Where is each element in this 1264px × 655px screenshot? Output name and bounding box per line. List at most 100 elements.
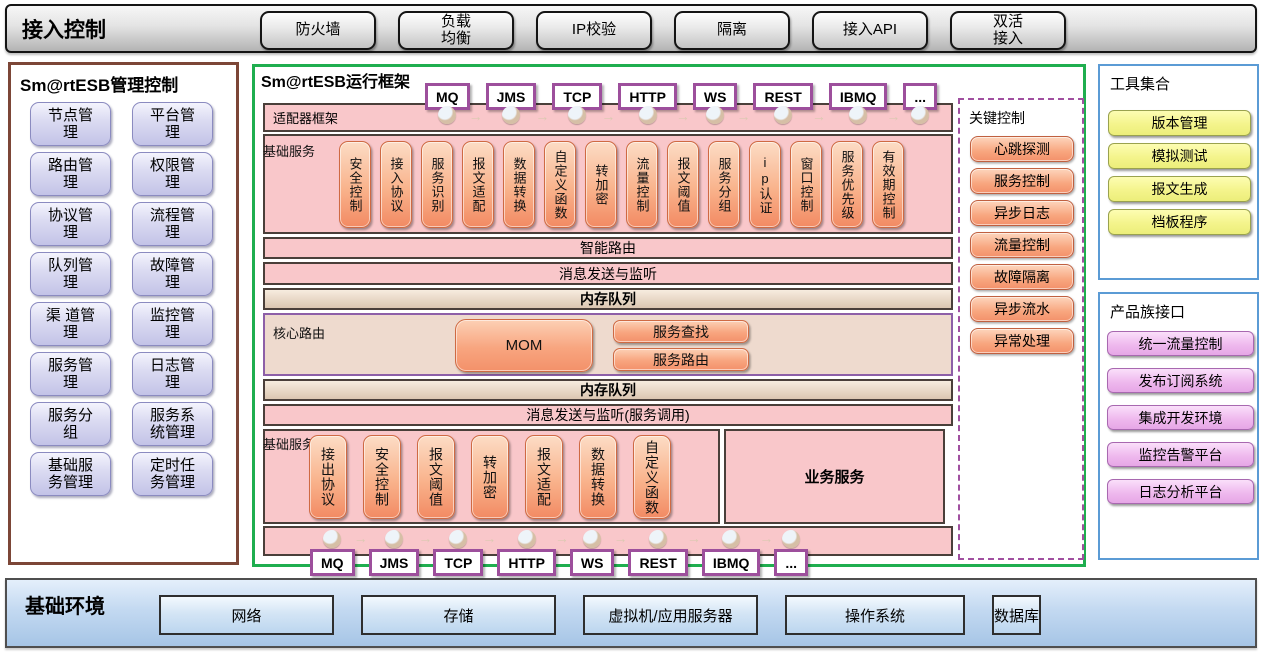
protocol-item: HTTP — [497, 530, 556, 576]
service-capability-box: 服务优先级 — [831, 141, 863, 228]
product-family-title: 产品族接口 — [1110, 301, 1185, 322]
product-family-item: 日志分析平台 — [1107, 479, 1254, 504]
core-routing-label: 核心路由 — [273, 323, 325, 342]
product-family-item: 发布订阅系统 — [1107, 368, 1254, 393]
service-capability-box: 窗口控制 — [790, 141, 822, 228]
service-capability-box: ip认证 — [749, 141, 781, 228]
service-capability-box: 安全控制 — [339, 141, 371, 228]
management-item: 渠 道管理 — [30, 302, 111, 346]
message-listen-bar: 消息发送与监听 — [263, 262, 953, 285]
protocol-item: REST — [628, 530, 687, 576]
service-lookup-box: 服务查找 — [613, 320, 749, 343]
connector-dot-icon — [649, 530, 667, 548]
management-item: 定时任务管理 — [132, 452, 213, 496]
connector-dot-icon — [568, 106, 586, 124]
tools-panel: 工具集合 版本管理模拟测试报文生成档板程序 — [1098, 64, 1259, 280]
connector-dot-icon — [911, 106, 929, 124]
service-capability-box: 报文阈值 — [667, 141, 699, 228]
runtime-framework-title: Sm@rtESB运行框架 — [261, 68, 410, 92]
mom-box: MOM — [455, 319, 593, 372]
base-environment-items: 网络存储虚拟机/应用服务器操作系统数据库 — [159, 595, 1041, 635]
connector-dot-icon — [774, 106, 792, 124]
base-environment-bar: 基础环境 网络存储虚拟机/应用服务器操作系统数据库 — [5, 578, 1257, 648]
key-control-items: 心跳探测服务控制异步日志流量控制故障隔离异步流水异常处理 — [970, 136, 1074, 354]
service-capability-box: 报文阈值 — [417, 435, 455, 519]
tool-item: 版本管理 — [1108, 110, 1251, 136]
memory-queue-bottom-bar: 内存队列 — [263, 379, 953, 401]
management-item: 路由管理 — [30, 152, 111, 196]
connector-dot-icon — [639, 106, 657, 124]
management-item: 服务系统管理 — [132, 402, 213, 446]
protocol-label: JMS — [369, 549, 420, 576]
environment-item: 虚拟机/应用服务器 — [583, 595, 758, 635]
smart-routing-bar: 智能路由 — [263, 237, 953, 259]
protocol-item: JMS — [369, 530, 420, 576]
management-item: 平台管理 — [132, 102, 213, 146]
connector-dot-icon — [706, 106, 724, 124]
protocol-item: TCP — [433, 530, 483, 576]
service-capability-box: 转加密 — [585, 141, 617, 228]
key-control-item: 服务控制 — [970, 168, 1074, 194]
management-title: Sm@rtESB管理控制 — [20, 71, 178, 96]
access-control-bar: 接入控制 防火墙负载 均衡IP校验隔离接入API双活 接入 — [5, 4, 1257, 53]
service-capability-box: 自定义函数 — [544, 141, 576, 228]
key-control-item: 异常处理 — [970, 328, 1074, 354]
product-family-panel: 产品族接口 统一流量控制发布订阅系统集成开发环境监控告警平台日志分析平台 — [1098, 292, 1259, 560]
protocol-label: HTTP — [497, 549, 556, 576]
tools-title: 工具集合 — [1110, 73, 1170, 94]
service-capability-box: 报文适配 — [462, 141, 494, 228]
product-family-item: 统一流量控制 — [1107, 331, 1254, 356]
protocol-item: TCP — [552, 83, 602, 124]
access-control-node: 接入API — [812, 11, 928, 50]
service-capability-box: 流量控制 — [626, 141, 658, 228]
key-control-title: 关键控制 — [969, 108, 1025, 128]
connector-dot-icon — [782, 530, 800, 548]
service-capability-box: 数据转换 — [579, 435, 617, 519]
connector-dot-icon — [583, 530, 601, 548]
service-capability-box: 安全控制 — [363, 435, 401, 519]
management-item: 故障管理 — [132, 252, 213, 296]
key-control-item: 异步流水 — [970, 296, 1074, 322]
service-capability-box: 接出协议 — [309, 435, 347, 519]
product-family-item: 集成开发环境 — [1107, 405, 1254, 430]
protocol-item: ... — [903, 83, 937, 124]
protocol-item: MQ — [425, 83, 470, 124]
connector-dot-icon — [518, 530, 536, 548]
connector-dot-icon — [438, 106, 456, 124]
management-items: 节点管理平台管理路由管理权限管理协议管理流程管理队列管理故障管理渠 道管理监控管… — [30, 102, 213, 496]
protocol-item: REST — [753, 83, 812, 124]
management-item: 服务分组 — [30, 402, 111, 446]
service-capability-box: 接入协议 — [380, 141, 412, 228]
service-capability-box: 服务分组 — [708, 141, 740, 228]
protocol-item: HTTP — [618, 83, 677, 124]
environment-item: 存储 — [361, 595, 556, 635]
esb-architecture-diagram: 接入控制 防火墙负载 均衡IP校验隔离接入API双活 接入 Sm@rtESB管理… — [0, 0, 1264, 655]
connector-dot-icon — [449, 530, 467, 548]
connector-dot-icon — [722, 530, 740, 548]
basic-services-out-label: 基础服务 — [263, 434, 315, 453]
environment-item: 数据库 — [992, 595, 1041, 635]
message-listen-call-bar: 消息发送与监听(服务调用) — [263, 404, 953, 426]
memory-queue-top-bar: 内存队列 — [263, 288, 953, 310]
key-control-item: 故障隔离 — [970, 264, 1074, 290]
protocol-label: ... — [774, 549, 808, 576]
protocol-item: IBMQ — [702, 530, 761, 576]
product-family-items: 统一流量控制发布订阅系统集成开发环境监控告警平台日志分析平台 — [1107, 331, 1254, 504]
access-control-node: IP校验 — [536, 11, 652, 50]
management-item: 日志管理 — [132, 352, 213, 396]
connector-dot-icon — [502, 106, 520, 124]
connector-dot-icon — [323, 530, 341, 548]
key-control-item: 异步日志 — [970, 200, 1074, 226]
tool-item: 档板程序 — [1108, 209, 1251, 235]
business-service-box: 业务服务 — [724, 429, 945, 524]
access-control-title: 接入控制 — [22, 14, 106, 44]
connector-dot-icon — [385, 530, 403, 548]
service-capability-box: 转加密 — [471, 435, 509, 519]
protocol-row-bottom: MQ JMS TCP HTTP — [310, 530, 808, 576]
basic-services-in-items: 安全控制接入协议服务识别报文适配数据转换自定义函数转加密流量控制报文阈值服务分组… — [339, 141, 904, 228]
tool-item: 模拟测试 — [1108, 143, 1251, 169]
protocol-label: TCP — [433, 549, 483, 576]
protocol-row-top: MQ JMS TCP HTTP — [425, 83, 937, 124]
basic-services-out-items: 接出协议安全控制报文阈值转加密报文适配数据转换自定义函数 — [309, 435, 671, 519]
protocol-label: WS — [570, 549, 615, 576]
